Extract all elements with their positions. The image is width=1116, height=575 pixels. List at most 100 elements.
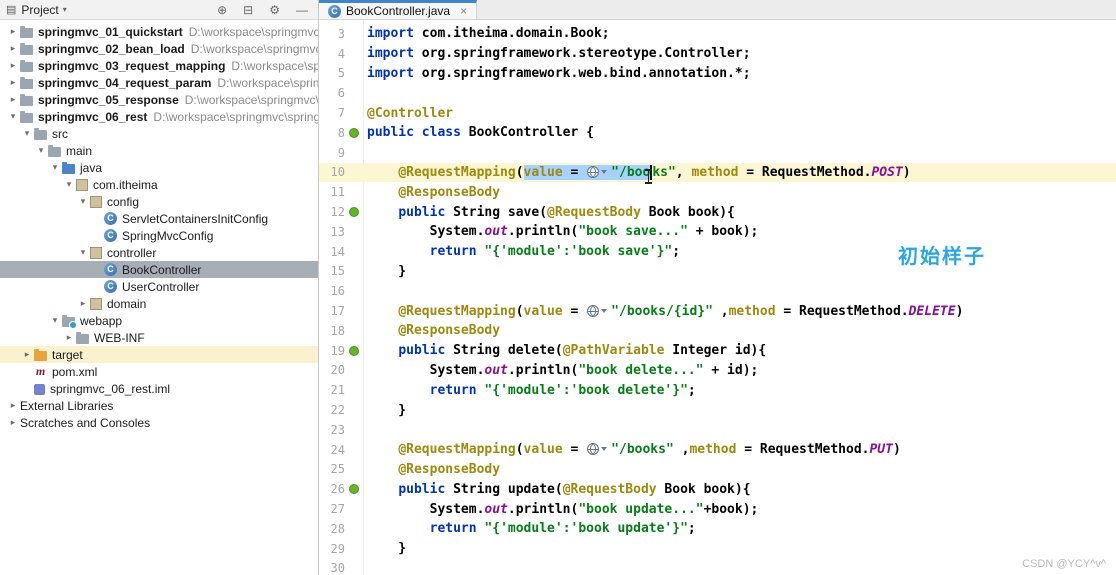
tree-item-springmvc-05-response[interactable]: ▸ springmvc_05_response D:\workspace\sprin… <box>0 91 318 108</box>
collapse-all-icon[interactable]: ⊟ <box>243 3 253 17</box>
line-number[interactable]: 6 <box>319 86 345 100</box>
spring-mapping-icon[interactable] <box>349 127 359 138</box>
globe-icon[interactable] <box>587 443 600 456</box>
tree-item-springmvc-01-quickstart[interactable]: ▸ springmvc_01_quickstart D:\workspace\spr… <box>0 23 318 40</box>
code-line-10[interactable]: 10 @RequestMapping(value = "/boo ks", met… <box>319 162 1116 183</box>
chevron-right-icon[interactable]: ▸ <box>20 349 34 360</box>
tree-item-config[interactable]: ▾ config <box>0 193 318 210</box>
globe-icon[interactable] <box>587 165 600 178</box>
code-line-23[interactable]: 23 <box>319 420 1116 440</box>
tree-item-springmvc-04-request-param[interactable]: ▸ springmvc_04_request_param D:\workspace\… <box>0 74 318 91</box>
line-number[interactable]: 4 <box>319 47 345 61</box>
code-line-19[interactable]: 19 public String delete(@PathVariable In… <box>319 341 1116 361</box>
locate-icon[interactable]: ⊕ <box>217 3 227 17</box>
chevron-down-icon[interactable]: ▾ <box>62 179 76 190</box>
code-line-25[interactable]: 25 @ResponseBody <box>319 460 1116 480</box>
tree-item-src[interactable]: ▾ src <box>0 125 318 142</box>
chevron-down-icon[interactable]: ▾ <box>76 196 90 207</box>
line-number[interactable]: 15 <box>319 264 345 278</box>
chevron-right-icon[interactable]: ▸ <box>6 43 20 54</box>
inlay-dropdown-icon[interactable] <box>601 169 608 174</box>
chevron-down-icon[interactable]: ▾ <box>63 5 67 14</box>
code-line-8[interactable]: 8 public class BookController { <box>319 123 1116 143</box>
tree-item-pom-xml[interactable]: m pom.xml <box>0 363 318 380</box>
line-number[interactable]: 28 <box>319 522 345 536</box>
line-number[interactable]: 19 <box>319 344 345 358</box>
tree-item-controller[interactable]: ▾ controller <box>0 244 318 261</box>
line-number[interactable]: 22 <box>319 403 345 417</box>
line-number[interactable]: 26 <box>319 482 345 496</box>
code-line-16[interactable]: 16 <box>319 281 1116 301</box>
line-number[interactable]: 17 <box>319 304 345 318</box>
inlay-dropdown-icon[interactable] <box>601 308 608 313</box>
line-number[interactable]: 7 <box>319 106 345 120</box>
spring-mapping-icon[interactable] <box>349 345 359 356</box>
tree-item-webapp[interactable]: ▾ webapp <box>0 312 318 329</box>
code-line-9[interactable]: 9 <box>319 143 1116 163</box>
tree-item-usercontroller[interactable]: C UserController <box>0 278 318 295</box>
tree-item-main[interactable]: ▾ main <box>0 142 318 159</box>
code-line-26[interactable]: 26 public String update(@RequestBody Boo… <box>319 479 1116 499</box>
code-line-11[interactable]: 11 @ResponseBody <box>319 182 1116 202</box>
code-line-20[interactable]: 20 System.out.println("book delete..." +… <box>319 361 1116 381</box>
tree-item-servletcontainersinitconfig[interactable]: C ServletContainersInitConfig <box>0 210 318 227</box>
code-line-12[interactable]: 12 public String save(@RequestBody Book … <box>319 202 1116 222</box>
chevron-right-icon[interactable]: ▸ <box>6 400 20 411</box>
project-panel-title[interactable]: Project <box>21 3 58 17</box>
url-inlay[interactable] <box>586 442 611 457</box>
code-line-21[interactable]: 21 return "{'module':'book delete'}"; <box>319 380 1116 400</box>
code-line-30[interactable]: 30 <box>319 559 1116 575</box>
code-line-6[interactable]: 6 <box>319 83 1116 103</box>
line-number[interactable]: 27 <box>319 502 345 516</box>
code-line-5[interactable]: 5 import org.springframework.web.bind.ann… <box>319 64 1116 84</box>
settings-icon[interactable]: ⚙ <box>269 3 280 17</box>
chevron-down-icon[interactable]: ▾ <box>6 111 20 122</box>
line-number[interactable]: 18 <box>319 324 345 338</box>
spring-mapping-icon[interactable] <box>349 484 359 495</box>
line-number[interactable]: 11 <box>319 185 345 199</box>
code-line-27[interactable]: 27 System.out.println("book update..."+b… <box>319 499 1116 519</box>
chevron-right-icon[interactable]: ▸ <box>6 417 20 428</box>
line-number[interactable]: 29 <box>319 542 345 556</box>
tree-item-web-inf[interactable]: ▸ WEB-INF <box>0 329 318 346</box>
chevron-right-icon[interactable]: ▸ <box>6 26 20 37</box>
tree-item-domain[interactable]: ▸ domain <box>0 295 318 312</box>
tree-item-java[interactable]: ▾ java <box>0 159 318 176</box>
code-line-15[interactable]: 15 } <box>319 262 1116 282</box>
tree-item-bookcontroller[interactable]: C BookController <box>0 261 318 278</box>
tree-item-springmvc-03-request-mapping[interactable]: ▸ springmvc_03_request_mapping D:\workspac… <box>0 57 318 74</box>
code-line-17[interactable]: 17 @RequestMapping(value = "/books/{id}"… <box>319 301 1116 321</box>
line-number[interactable]: 20 <box>319 363 345 377</box>
line-number[interactable]: 10 <box>319 165 345 179</box>
line-number[interactable]: 23 <box>319 423 345 437</box>
close-icon[interactable]: × <box>460 4 467 18</box>
chevron-right-icon[interactable]: ▸ <box>6 60 20 71</box>
line-number[interactable]: 9 <box>319 146 345 160</box>
chevron-down-icon[interactable]: ▾ <box>48 315 62 326</box>
line-number[interactable]: 16 <box>319 284 345 298</box>
line-number[interactable]: 30 <box>319 561 345 575</box>
hide-icon[interactable]: — <box>296 3 308 17</box>
code-line-14[interactable]: 14 return "{'module':'book save'}"; <box>319 242 1116 262</box>
code-line-24[interactable]: 24 @RequestMapping(value = "/books" ,met… <box>319 440 1116 460</box>
code-line-3[interactable]: 3 import com.itheima.domain.Book; <box>319 24 1116 44</box>
chevron-right-icon[interactable]: ▸ <box>62 332 76 343</box>
chevron-down-icon[interactable]: ▾ <box>20 128 34 139</box>
line-number[interactable]: 24 <box>319 443 345 457</box>
tree-item-external-libraries[interactable]: ▸ External Libraries <box>0 397 318 414</box>
url-inlay[interactable] <box>586 304 611 319</box>
code-line-7[interactable]: 7 @Controller <box>319 103 1116 123</box>
chevron-down-icon[interactable]: ▾ <box>76 247 90 258</box>
chevron-right-icon[interactable]: ▸ <box>76 298 90 309</box>
code-line-22[interactable]: 22 } <box>319 400 1116 420</box>
chevron-down-icon[interactable]: ▾ <box>34 145 48 156</box>
line-number[interactable]: 3 <box>319 27 345 41</box>
line-number[interactable]: 12 <box>319 205 345 219</box>
tree-item-scratches-and-consoles[interactable]: ▸ Scratches and Consoles <box>0 414 318 431</box>
code-line-13[interactable]: 13 System.out.println("book save..." + b… <box>319 222 1116 242</box>
code-line-29[interactable]: 29 } <box>319 539 1116 559</box>
line-number[interactable]: 25 <box>319 462 345 476</box>
tree-item-com-itheima[interactable]: ▾ com.itheima <box>0 176 318 193</box>
line-number[interactable]: 8 <box>319 126 345 140</box>
code-editor[interactable]: 3 import com.itheima.domain.Book; 4 import … <box>319 20 1116 575</box>
